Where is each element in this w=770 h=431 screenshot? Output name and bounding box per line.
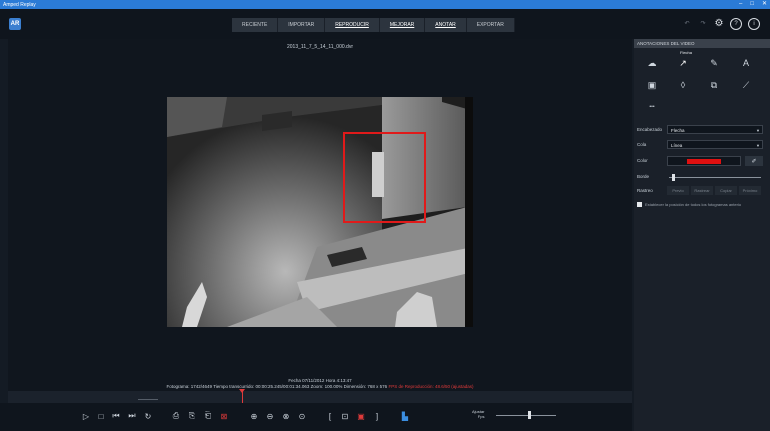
set-position-checkbox-label: Establecer la posición de todos los foto…	[645, 202, 742, 207]
previous-frame-icon[interactable]: ⏮	[111, 411, 121, 421]
close-button[interactable]: ✕	[762, 0, 767, 9]
video-filename: 2013_11_7_5_14_11_000.dvr	[287, 44, 353, 50]
timeline-marker	[138, 399, 158, 400]
rastreo-label: Rastreo	[637, 188, 653, 193]
chevron-down-icon: ▼	[756, 128, 760, 133]
encabezado-row: Encabezado Flecha ▼	[637, 125, 765, 135]
rastreo-row: Rastreo Previo Rastrear Copiar Próximo	[637, 186, 765, 196]
video-frame[interactable]	[167, 97, 473, 327]
minimize-button[interactable]: –	[739, 0, 742, 9]
app-logo-text: AR	[10, 21, 20, 27]
image-tool-icon[interactable]: ▣	[646, 79, 658, 91]
blur-drop-icon[interactable]: ◊	[677, 79, 689, 91]
top-bar: AR RECIENTE IMPORTAR REPRODUCIR MEJORAR …	[0, 9, 770, 39]
zoom-out-icon[interactable]: ⊖	[265, 411, 275, 421]
video-info-line: Fotograma: 1742/4649 Tiempo transcurrido…	[8, 384, 632, 389]
cola-value: Línea	[671, 143, 683, 148]
annotation-panel: ANOTACIONES DEL VIDEO Flecha ☁ ↗ ✎ A ▣ ◊…	[634, 39, 770, 431]
eyedropper-icon[interactable]: ✐	[745, 156, 763, 166]
select-range-icon[interactable]: ⊡	[340, 411, 350, 421]
zoom-level: Zoom: 100.00%	[310, 384, 343, 389]
encabezado-select[interactable]: Flecha ▼	[667, 125, 763, 134]
main-tabs: RECIENTE IMPORTAR REPRODUCIR MEJORAR ANO…	[232, 18, 515, 32]
set-position-checkbox[interactable]	[637, 202, 642, 207]
tab-exportar[interactable]: EXPORTAR	[466, 18, 515, 32]
color-swatch	[687, 159, 721, 164]
tab-reproducir[interactable]: REPRODUCIR	[325, 18, 380, 32]
color-row: Color ✐	[637, 156, 765, 166]
speed-label: Ajustar Fps	[472, 409, 484, 419]
zoom-actual-icon[interactable]: ⊙	[297, 411, 307, 421]
histogram-icon[interactable]: ▙	[400, 411, 410, 421]
tracking-previous-button[interactable]: Previo	[667, 186, 689, 195]
measure-tool-icon[interactable]: ⟋	[740, 79, 752, 91]
help-icon[interactable]: ?	[730, 18, 742, 30]
tracking-track-button[interactable]: Rastrear	[691, 186, 713, 195]
borde-row: Borde	[637, 172, 765, 182]
playback-controls: ▷ □ ⏮ ⏭ ↻ ⎙ ⎘ ⎗ ⊠ ⊕ ⊖ ⊗ ⊙ [ ⊡ ▣ ] ▙ Ajus…	[0, 403, 632, 431]
elapsed-time: Tiempo transcurrido: 00:00:25.245/00:01:…	[213, 384, 310, 389]
info-icon[interactable]: i	[748, 18, 760, 30]
cloud-icon[interactable]: ☁	[646, 57, 658, 69]
window-title: Amped Replay	[3, 1, 36, 8]
borde-label: Borde	[637, 174, 650, 179]
checkbox-row: Establecer la posición de todos los foto…	[637, 200, 765, 210]
tab-reciente[interactable]: RECIENTE	[232, 18, 279, 32]
tracking-copy-button[interactable]: Copiar	[715, 186, 737, 195]
tab-mejorar[interactable]: MEJORAR	[379, 18, 426, 32]
timestamp-overlay: Fecha 07/11/2012 Hora 4:13:47	[288, 378, 352, 383]
record-range-icon[interactable]: ▣	[356, 411, 366, 421]
maximize-button[interactable]: □	[750, 0, 754, 9]
tab-importar[interactable]: IMPORTAR	[278, 18, 326, 32]
loop-icon[interactable]: ↻	[143, 411, 153, 421]
arrow-tool-icon[interactable]: ↗	[677, 57, 689, 69]
tab-anotar[interactable]: ANOTAR	[425, 18, 467, 32]
playback-fps: FPS de Reproducción: 48.6/50 (ajustadas)	[388, 384, 474, 389]
text-tool-icon[interactable]: A	[740, 57, 752, 69]
video-dimension: Dimensión: 768 x 576	[343, 384, 388, 389]
export-frame-icon[interactable]: ⎙	[171, 411, 181, 421]
mark-out-icon[interactable]: ]	[372, 411, 382, 421]
encabezado-label: Encabezado	[637, 127, 663, 132]
panel-header: ANOTACIONES DEL VIDEO	[634, 39, 770, 48]
export-clip-icon[interactable]: ⎗	[203, 411, 213, 421]
delete-frame-icon[interactable]: ⊠	[219, 411, 229, 421]
encabezado-value: Flecha	[671, 128, 685, 133]
tracking-next-button[interactable]: Próximo	[739, 186, 761, 195]
mark-in-icon[interactable]: [	[325, 411, 335, 421]
undo-icon[interactable]: ↶	[682, 18, 692, 28]
window-controls: – □ ✕	[739, 0, 767, 9]
title-bar: Amped Replay – □ ✕	[0, 0, 770, 9]
export-video-icon[interactable]: ⎘	[187, 411, 197, 421]
speed-label-line2: Fps	[477, 414, 485, 419]
speed-slider[interactable]	[496, 415, 556, 416]
cola-label: Cola	[637, 142, 647, 147]
video-viewer: 2013_11_7_5_14_11_000.dvr Fecha 07/11/20…	[8, 39, 632, 391]
cola-row: Cola Línea ▼	[637, 140, 765, 150]
annotation-tools: Flecha ☁ ↗ ✎ A ▣ ◊ ⧉ ⟋ •••	[634, 48, 770, 116]
frame-counter: Fotograma: 1742/4649	[166, 384, 213, 389]
gear-icon[interactable]: ⚙	[714, 18, 724, 29]
copy-tool-icon[interactable]: ⧉	[708, 79, 720, 91]
border-slider-knob[interactable]	[672, 174, 675, 181]
chevron-down-icon: ▼	[756, 143, 760, 148]
border-slider[interactable]	[669, 177, 761, 178]
next-frame-icon[interactable]: ⏭	[127, 411, 137, 421]
stop-icon[interactable]: □	[96, 411, 106, 421]
redo-icon[interactable]: ↷	[698, 18, 708, 28]
pencil-icon[interactable]: ✎	[708, 57, 720, 69]
timeline[interactable]	[8, 389, 632, 403]
playhead[interactable]	[242, 391, 243, 403]
play-icon[interactable]: ▷	[81, 411, 91, 421]
more-icon[interactable]: •••	[646, 101, 658, 113]
app-logo: AR	[9, 18, 21, 30]
color-picker[interactable]	[667, 156, 741, 166]
zoom-fit-icon[interactable]: ⊗	[281, 411, 291, 421]
cola-select[interactable]: Línea ▼	[667, 140, 763, 149]
top-icons: ↶ ↷ ⚙ ? i	[682, 18, 760, 30]
speed-slider-knob[interactable]	[528, 411, 531, 419]
zoom-in-icon[interactable]: ⊕	[249, 411, 259, 421]
selected-tool-label: Flecha	[680, 50, 693, 55]
color-label: Color	[637, 158, 648, 163]
